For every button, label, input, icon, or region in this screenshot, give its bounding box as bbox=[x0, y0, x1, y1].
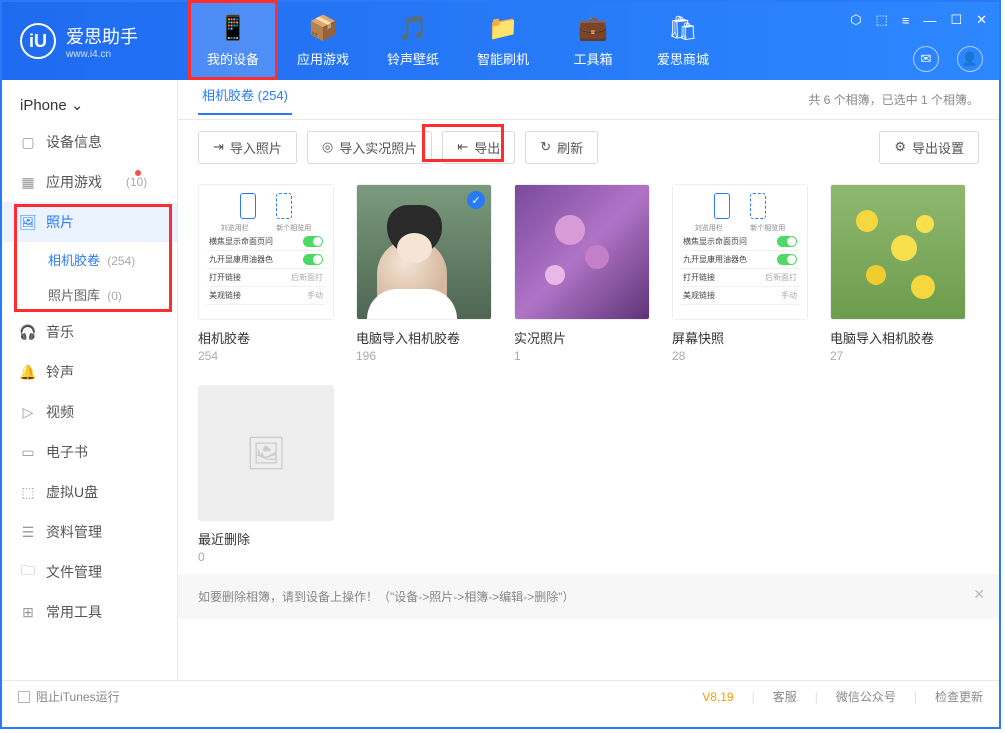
nav-ringtones[interactable]: 🎵 铃声壁纸 bbox=[368, 2, 458, 80]
itunes-label: 阻止iTunes运行 bbox=[36, 688, 120, 705]
footer-wechat[interactable]: 微信公众号 bbox=[836, 688, 896, 705]
close-hint-icon[interactable]: ✕ bbox=[973, 586, 985, 603]
sidebar-files[interactable]: 🗀文件管理 bbox=[2, 552, 177, 592]
logo-area: iU 爱思助手 www.i4.cn bbox=[2, 23, 188, 60]
album-item[interactable]: 刘览用栏新个相览用 横焦显示命面页问 九开显康用油器色 打开链接后新面打 美观链… bbox=[198, 184, 334, 363]
box-icon: 📦 bbox=[308, 14, 338, 43]
footer-update[interactable]: 检查更新 bbox=[935, 688, 983, 705]
device-icon: 📱 bbox=[218, 14, 248, 43]
live-icon: ◎ bbox=[322, 139, 333, 155]
export-icon: ⇤ bbox=[457, 139, 468, 155]
shirt-icon[interactable]: ⬡ bbox=[850, 12, 861, 28]
nav-flash[interactable]: 📁 智能刷机 bbox=[458, 2, 548, 80]
sidebar-videos[interactable]: ▷视频 bbox=[2, 392, 177, 432]
sidebar-device-info[interactable]: ▢设备信息 bbox=[2, 122, 177, 162]
lock-icon[interactable]: ⬚ bbox=[876, 12, 888, 28]
refresh-icon: ↻ bbox=[540, 139, 551, 155]
top-nav: 📱 我的设备 📦 应用游戏 🎵 铃声壁纸 📁 智能刷机 💼 工具箱 🛍 bbox=[188, 2, 728, 80]
close-icon[interactable]: ✕ bbox=[976, 12, 987, 28]
folder-icon: 📁 bbox=[488, 14, 518, 43]
phone-icon: ▢ bbox=[20, 134, 36, 150]
footer-support[interactable]: 客服 bbox=[773, 688, 797, 705]
import-icon: ⇥ bbox=[213, 139, 224, 155]
export-settings-button[interactable]: ⚙导出设置 bbox=[879, 131, 979, 164]
bag-icon: 🛍 bbox=[668, 14, 698, 43]
list-icon: ☰ bbox=[20, 524, 36, 540]
device-selector[interactable]: iPhone ⌄ bbox=[2, 88, 177, 122]
usb-icon: ⬚ bbox=[20, 484, 36, 500]
bell-icon: 🔔 bbox=[20, 364, 36, 380]
update-dot-icon bbox=[135, 170, 141, 176]
toolbar: ⇥导入照片 ◎导入实况照片 ⇤导出 ↻刷新 ⚙导出设置 bbox=[178, 120, 999, 174]
main-content: 相机胶卷 (254) 共 6 个相簿，已选中 1 个相簿。 ⇥导入照片 ◎导入实… bbox=[178, 80, 999, 680]
user-icon[interactable]: 👤 bbox=[957, 46, 983, 72]
headphone-icon: 🎧 bbox=[20, 324, 36, 340]
message-icon[interactable]: ✉ bbox=[913, 46, 939, 72]
nav-my-device[interactable]: 📱 我的设备 bbox=[188, 2, 278, 80]
app-url: www.i4.cn bbox=[66, 49, 138, 60]
album-item[interactable]: 实况照片 1 bbox=[514, 184, 650, 363]
album-item[interactable]: ✓ 电脑导入相机胶卷 196 bbox=[356, 184, 492, 363]
book-icon: ▭ bbox=[20, 444, 36, 460]
itunes-checkbox[interactable] bbox=[18, 691, 30, 703]
header: iU 爱思助手 www.i4.cn 📱 我的设备 📦 应用游戏 🎵 铃声壁纸 📁… bbox=[2, 2, 999, 80]
check-icon: ✓ bbox=[467, 191, 485, 209]
tab-camera-roll[interactable]: 相机胶卷 (254) bbox=[198, 85, 292, 115]
sidebar-photos[interactable]: 🖼照片 bbox=[2, 202, 177, 242]
export-button[interactable]: ⇤导出 bbox=[442, 131, 515, 164]
sidebar-ringtones[interactable]: 🔔铃声 bbox=[2, 352, 177, 392]
import-live-button[interactable]: ◎导入实况照片 bbox=[307, 131, 432, 164]
sidebar-ebooks[interactable]: ▭电子书 bbox=[2, 432, 177, 472]
play-icon: ▷ bbox=[20, 404, 36, 420]
sidebar-udisk[interactable]: ⬚虚拟U盘 bbox=[2, 472, 177, 512]
grid-icon: ▦ bbox=[20, 174, 36, 190]
album-item[interactable]: 电脑导入相机胶卷 27 bbox=[830, 184, 966, 363]
folder-icon: 🗀 bbox=[20, 564, 36, 580]
maximize-icon[interactable]: ☐ bbox=[950, 12, 962, 28]
minimize-icon[interactable]: — bbox=[923, 13, 936, 28]
menu-icon[interactable]: ≡ bbox=[902, 13, 910, 28]
logo-icon: iU bbox=[20, 23, 56, 59]
import-photo-button[interactable]: ⇥导入照片 bbox=[198, 131, 297, 164]
gear-icon: ⚙ bbox=[894, 139, 906, 155]
window-controls: ⬡ ⬚ ≡ — ☐ ✕ bbox=[850, 12, 987, 28]
nav-apps[interactable]: 📦 应用游戏 bbox=[278, 2, 368, 80]
sidebar-data[interactable]: ☰资料管理 bbox=[2, 512, 177, 552]
sidebar-camera-roll[interactable]: 相机胶卷 (254) bbox=[2, 242, 177, 277]
grid-icon: ⊞ bbox=[20, 604, 36, 620]
album-item[interactable]: 刘览用栏新个相览用 横焦显示命面页问 九开显康用油器色 打开链接后新面打 美观链… bbox=[672, 184, 808, 363]
empty-photo-icon: 🖼 bbox=[246, 434, 287, 472]
sidebar: iPhone ⌄ ▢设备信息 ▦应用游戏 (10) 🖼照片 相机胶卷 (254)… bbox=[2, 80, 178, 680]
sidebar-apps[interactable]: ▦应用游戏 (10) bbox=[2, 162, 177, 202]
nav-store[interactable]: 🛍 爱思商城 bbox=[638, 2, 728, 80]
music-icon: 🎵 bbox=[398, 14, 428, 43]
chevron-down-icon: ⌄ bbox=[71, 97, 84, 114]
nav-toolbox[interactable]: 💼 工具箱 bbox=[548, 2, 638, 80]
sidebar-tools[interactable]: ⊞常用工具 bbox=[2, 592, 177, 632]
selection-status: 共 6 个相簿，已选中 1 个相簿。 bbox=[808, 91, 979, 108]
app-name: 爱思助手 bbox=[66, 23, 138, 49]
footer: 阻止iTunes运行 V8.19 | 客服 | 微信公众号 | 检查更新 bbox=[2, 680, 999, 712]
album-item[interactable]: 🖼 最近删除 0 bbox=[198, 385, 334, 564]
version[interactable]: V8.19 bbox=[702, 690, 733, 704]
album-grid: 刘览用栏新个相览用 横焦显示命面页问 九开显康用油器色 打开链接后新面打 美观链… bbox=[178, 174, 999, 574]
sidebar-photo-library[interactable]: 照片图库 (0) bbox=[2, 277, 177, 312]
sidebar-music[interactable]: 🎧音乐 bbox=[2, 312, 177, 352]
header-actions: ✉ 👤 bbox=[913, 46, 983, 72]
refresh-button[interactable]: ↻刷新 bbox=[525, 131, 598, 164]
tab-bar: 相机胶卷 (254) 共 6 个相簿，已选中 1 个相簿。 bbox=[178, 80, 999, 120]
briefcase-icon: 💼 bbox=[578, 14, 608, 43]
hint-bar: 如要删除相簿，请到设备上操作！（"设备->照片->相簿->编辑->删除"） ✕ bbox=[178, 574, 999, 619]
photo-icon: 🖼 bbox=[20, 214, 36, 230]
